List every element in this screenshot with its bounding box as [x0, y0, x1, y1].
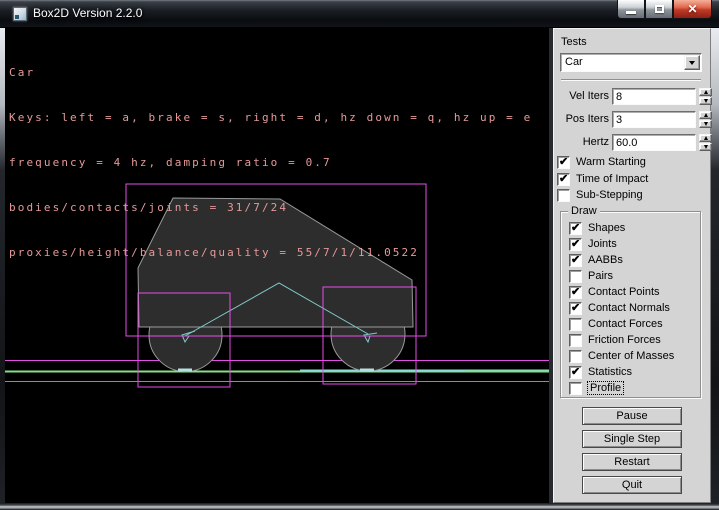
- sub-stepping-checkbox[interactable]: [557, 189, 570, 202]
- pos-iters-input[interactable]: [612, 111, 696, 128]
- tests-dropdown-value: Car: [565, 56, 583, 68]
- maximize-icon: [655, 5, 664, 13]
- stats-quality-text: proxies/height/balance/quality = 55/7/1/…: [9, 245, 532, 260]
- statistics-label: Statistics: [588, 366, 632, 378]
- warm-starting-label: Warm Starting: [576, 156, 646, 168]
- spinner-up-icon: [704, 90, 708, 94]
- restart-button[interactable]: Restart: [582, 453, 682, 471]
- app-icon: [13, 7, 27, 21]
- pos-iters-spinner: [699, 111, 712, 128]
- chevron-down-icon: [689, 61, 695, 65]
- tests-dropdown-button[interactable]: [684, 55, 700, 70]
- pos-iters-row: Pos Iters: [554, 111, 712, 128]
- joints-label: Joints: [588, 238, 617, 250]
- contact-points-checkbox[interactable]: [569, 286, 582, 299]
- friction-forces-checkbox[interactable]: [569, 334, 582, 347]
- time-of-impact-label: Time of Impact: [576, 173, 648, 185]
- minimize-button[interactable]: [617, 0, 645, 19]
- hertz-input[interactable]: [612, 134, 696, 151]
- time-of-impact-checkbox[interactable]: [557, 173, 570, 186]
- aabbs-label: AABBs: [588, 254, 623, 266]
- close-icon: ✕: [687, 2, 697, 16]
- close-button[interactable]: ✕: [673, 0, 712, 19]
- control-panel: Tests Car Vel Iters Pos Iters: [553, 28, 711, 503]
- hertz-spinner: [699, 134, 712, 151]
- debug-text-overlay: Car Keys: left = a, brake = s, right = d…: [9, 35, 532, 290]
- shapes-label: Shapes: [588, 222, 625, 234]
- spinner-up-button[interactable]: [699, 134, 712, 142]
- spinner-up-icon: [704, 113, 708, 117]
- spinner-up-button[interactable]: [699, 111, 712, 119]
- spinner-down-button[interactable]: [699, 143, 712, 151]
- pairs-checkbox[interactable]: [569, 270, 582, 283]
- hertz-row: Hertz: [554, 134, 712, 151]
- contact-normals-label: Contact Normals: [588, 302, 670, 314]
- window-frame-bottom: [0, 503, 719, 510]
- vel-iters-label: Vel Iters: [554, 90, 609, 102]
- joints-checkbox[interactable]: [569, 238, 582, 251]
- spinner-down-button[interactable]: [699, 97, 712, 105]
- stats-counts-text: bodies/contacts/joints = 31/7/24: [9, 200, 532, 215]
- vel-iters-input[interactable]: [612, 88, 696, 105]
- single-step-button[interactable]: Single Step: [582, 430, 682, 448]
- statistics-checkbox[interactable]: [569, 366, 582, 379]
- profile-checkbox[interactable]: [569, 382, 582, 395]
- center-of-masses-label: Center of Masses: [588, 350, 674, 362]
- pairs-label: Pairs: [588, 270, 613, 282]
- sub-stepping-label: Sub-Stepping: [576, 189, 643, 201]
- tests-dropdown[interactable]: Car: [560, 53, 702, 72]
- aabbs-checkbox[interactable]: [569, 254, 582, 267]
- separator: [561, 79, 701, 81]
- vel-iters-spinner: [699, 88, 712, 105]
- spinner-down-icon: [704, 122, 708, 126]
- shapes-checkbox[interactable]: [569, 222, 582, 235]
- pos-iters-label: Pos Iters: [554, 113, 609, 125]
- contact-normals-checkbox[interactable]: [569, 302, 582, 315]
- spinner-up-icon: [704, 136, 708, 140]
- profile-label: Profile: [588, 382, 623, 394]
- hertz-label: Hertz: [554, 136, 609, 148]
- contact-forces-checkbox[interactable]: [569, 318, 582, 331]
- vel-iters-row: Vel Iters: [554, 88, 712, 105]
- minimize-icon: [626, 11, 636, 14]
- tests-label: Tests: [561, 36, 587, 48]
- test-name-text: Car: [9, 65, 532, 80]
- contact-forces-label: Contact Forces: [588, 318, 663, 330]
- frequency-text: frequency = 4 hz, damping ratio = 0.7: [9, 155, 532, 170]
- pause-button[interactable]: Pause: [582, 407, 682, 425]
- quit-button[interactable]: Quit: [582, 476, 682, 494]
- keys-help-text: Keys: left = a, brake = s, right = d, hz…: [9, 110, 532, 125]
- window-title: Box2D Version 2.2.0: [33, 6, 142, 20]
- spinner-down-icon: [704, 145, 708, 149]
- spinner-up-button[interactable]: [699, 88, 712, 96]
- app-window: Box2D Version 2.2.0 ✕: [0, 0, 719, 510]
- title-bar[interactable]: Box2D Version 2.2.0 ✕: [0, 0, 719, 28]
- contact-points-label: Contact Points: [588, 286, 660, 298]
- window-frame-right: [711, 28, 719, 503]
- draw-group-title: Draw: [568, 205, 600, 217]
- warm-starting-checkbox[interactable]: [557, 156, 570, 169]
- simulation-canvas[interactable]: Car Keys: left = a, brake = s, right = d…: [5, 28, 551, 503]
- maximize-button[interactable]: [645, 0, 673, 19]
- spinner-down-icon: [704, 99, 708, 103]
- friction-forces-label: Friction Forces: [588, 334, 661, 346]
- spinner-down-button[interactable]: [699, 120, 712, 128]
- center-of-masses-checkbox[interactable]: [569, 350, 582, 363]
